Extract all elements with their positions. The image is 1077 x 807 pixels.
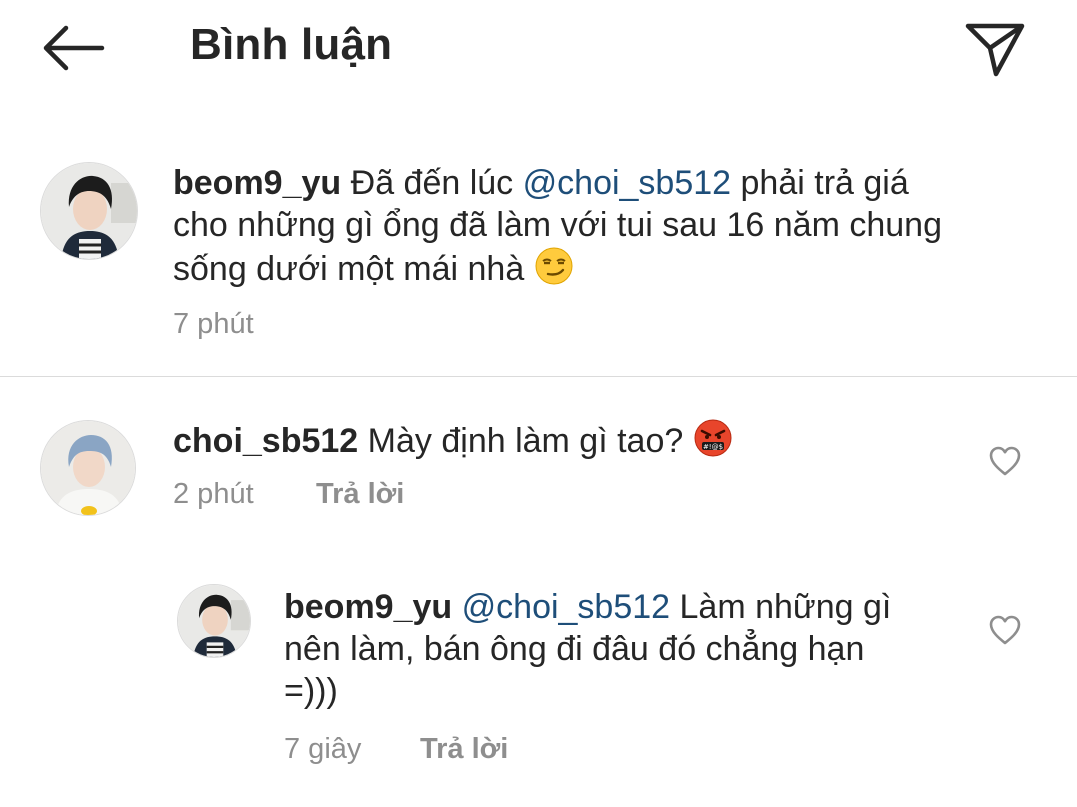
comment-body: Mày định làm gì tao? xyxy=(367,422,693,460)
caption-text-part: Đã đến lúc xyxy=(350,164,523,202)
svg-text:#!@$: #!@$ xyxy=(703,443,723,451)
divider xyxy=(0,376,1077,377)
comment-timestamp: 2 phút xyxy=(173,478,254,510)
avatar[interactable] xyxy=(177,584,251,658)
caption-timestamp: 7 phút xyxy=(173,308,254,340)
share-button[interactable] xyxy=(962,18,1028,80)
reply-body: Làm những gì xyxy=(670,588,892,626)
smirk-emoji xyxy=(534,246,574,296)
comment-text: choi_sb512 Mày định làm gì tao? #!@$ xyxy=(173,418,953,468)
reply-body: nên làm, bán ông đi đâu đó chẳng hạn xyxy=(284,630,865,668)
like-button[interactable] xyxy=(988,445,1022,477)
avatar-image xyxy=(41,421,135,515)
back-button[interactable] xyxy=(40,24,106,72)
avatar-image xyxy=(178,585,250,657)
reply-text: beom9_yu @choi_sb512 Làm những gì nên là… xyxy=(284,586,964,712)
mention-link[interactable]: @choi_sb512 xyxy=(462,588,670,626)
caption-text: beom9_yu Đã đến lúc @choi_sb512 phải trả… xyxy=(173,162,1033,296)
comment-username[interactable]: choi_sb512 xyxy=(173,422,358,460)
paper-plane-icon xyxy=(965,23,1025,77)
avatar-image xyxy=(41,163,137,259)
angry-cursing-emoji: #!@$ xyxy=(693,418,733,468)
like-button[interactable] xyxy=(988,614,1022,646)
caption-text-part: sống dưới một mái nhà xyxy=(173,250,534,288)
avatar[interactable] xyxy=(40,420,136,516)
reply-button[interactable]: Trả lời xyxy=(316,478,404,511)
avatar[interactable] xyxy=(40,162,138,260)
reply-timestamp: 7 giây xyxy=(284,733,362,765)
caption-text-part: cho những gì ổng đã làm với tui sau 16 n… xyxy=(173,206,942,244)
top-bar: Bình luận xyxy=(0,0,1077,100)
caption-username[interactable]: beom9_yu xyxy=(173,164,341,202)
heart-outline-icon xyxy=(989,615,1021,645)
reply-username[interactable]: beom9_yu xyxy=(284,588,452,626)
page-title: Bình luận xyxy=(190,20,393,69)
reply-button[interactable]: Trả lời xyxy=(420,733,508,766)
arrow-left-icon xyxy=(43,25,105,71)
mention-link[interactable]: @choi_sb512 xyxy=(523,164,731,202)
caption-text-part: phải trả giá xyxy=(731,164,909,202)
reply-body: =))) xyxy=(284,672,338,710)
heart-outline-icon xyxy=(989,446,1021,476)
